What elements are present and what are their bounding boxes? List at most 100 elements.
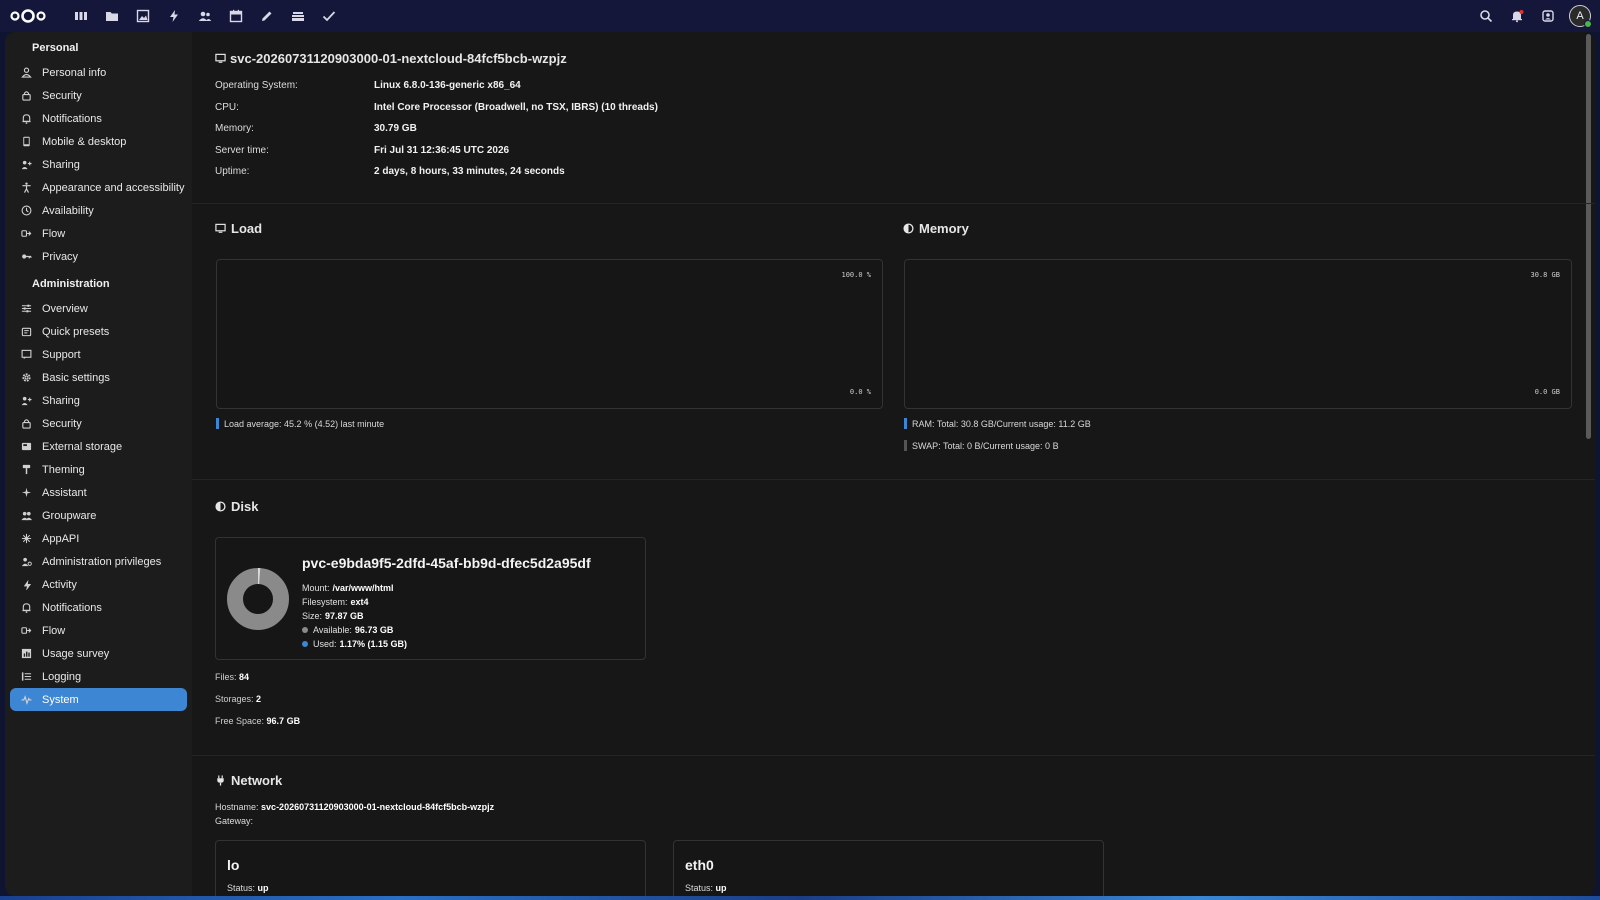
sidebar-item-activity[interactable]: Activity <box>10 573 187 596</box>
nextcloud-logo-icon[interactable] <box>9 8 47 24</box>
sidebar-item-label: External storage <box>42 440 123 453</box>
activity-icon[interactable] <box>158 0 189 32</box>
memory-chart: 30.8 GB 0.0 GB <box>904 259 1572 409</box>
sidebar-item-label: Quick presets <box>42 325 110 338</box>
interface-status: Status: up <box>685 883 727 893</box>
sidebar-item-theming[interactable]: Theming <box>10 458 187 481</box>
sidebar-item-label: Assistant <box>42 486 87 499</box>
gateway-label: Gateway: <box>215 816 254 826</box>
lock-icon <box>20 90 32 102</box>
ram-legend-text: RAM: Total: 30.8 GB/Current usage: 11.2 … <box>912 418 1091 429</box>
sidebar-item-appapi[interactable]: AppAPI <box>10 527 187 550</box>
administration-heading: Administration <box>32 278 110 290</box>
sidebar-item-groupware[interactable]: Groupware <box>10 504 187 527</box>
calendar-icon[interactable] <box>220 0 251 32</box>
sidebar-item-overview[interactable]: Overview <box>10 297 187 320</box>
sidebar-item-label: System <box>42 693 79 706</box>
divider <box>192 755 1595 756</box>
sidebar-item-label: Logging <box>42 670 82 683</box>
sidebar-item-label: Theming <box>42 463 85 476</box>
key-icon <box>20 251 32 263</box>
disk-name: pvc-e9bda9f5-2dfd-45af-bb9d-dfec5d2a95df <box>302 555 591 571</box>
memory-chart-min-label: 0.0 GB <box>1534 388 1560 396</box>
flow-icon <box>20 625 32 637</box>
sidebar-item-label: Activity <box>42 578 77 591</box>
load-chart-max-label: 100.0 % <box>841 271 871 279</box>
notes-icon[interactable] <box>251 0 282 32</box>
sidebar-item-label: AppAPI <box>42 532 80 545</box>
list-icon <box>20 671 32 683</box>
avatar[interactable]: A <box>1569 5 1592 28</box>
sidebar-item-flow[interactable]: Flow <box>10 619 187 642</box>
mount-value: /var/www/html <box>332 583 394 593</box>
clock-icon <box>20 205 32 217</box>
sidebar-item-quick-presets[interactable]: Quick presets <box>10 320 187 343</box>
load-chart-min-label: 0.0 % <box>849 388 871 396</box>
contacts-icon[interactable] <box>189 0 220 32</box>
filesystem-label: Filesystem: <box>302 597 348 607</box>
contacts-menu-icon[interactable] <box>1532 0 1563 32</box>
sidebar-item-appearance-and-accessibility[interactable]: Appearance and accessibility <box>10 176 187 199</box>
interface-card-eth0: eth0 Status: up <box>673 840 1104 896</box>
sidebar-item-notifications[interactable]: Notifications <box>10 596 187 619</box>
files-icon[interactable] <box>96 0 127 32</box>
sidebar-item-flow[interactable]: Flow <box>10 222 187 245</box>
network-section-title: Network <box>215 773 282 788</box>
support-icon <box>20 349 32 361</box>
network-title: Network <box>231 773 283 788</box>
hostname-value: svc-20260731120903000-01-nextcloud-84fcf… <box>261 802 495 812</box>
sidebar-item-label: Flow <box>42 624 66 637</box>
sidebar-item-label: Notifications <box>42 112 102 125</box>
sidebar-item-logging[interactable]: Logging <box>10 665 187 688</box>
available-value: 96.73 GB <box>354 625 394 635</box>
disk-usage-donut <box>227 568 289 630</box>
sidebar-item-label: Mobile & desktop <box>42 135 127 148</box>
sidebar-item-security[interactable]: Security <box>10 412 187 435</box>
sidebar-item-mobile-desktop[interactable]: Mobile & desktop <box>10 130 187 153</box>
sidebar-item-basic-settings[interactable]: Basic settings <box>10 366 187 389</box>
sidebar-item-sharing[interactable]: Sharing <box>10 153 187 176</box>
sidebar-item-label: Privacy <box>42 250 79 263</box>
sidebar-item-label: Sharing <box>42 158 80 171</box>
info-key: Memory: <box>215 123 254 134</box>
deck-icon[interactable] <box>282 0 313 32</box>
load-legend-swatch <box>216 418 219 429</box>
sidebar-item-usage-survey[interactable]: Usage survey <box>10 642 187 665</box>
load-legend-text: Load average: 45.2 % (4.52) last minute <box>224 418 385 429</box>
status-value: up <box>715 883 727 893</box>
activity-icon <box>20 579 32 591</box>
sidebar-item-privacy[interactable]: Privacy <box>10 245 187 268</box>
sidebar-item-sharing[interactable]: Sharing <box>10 389 187 412</box>
bell-icon <box>20 602 32 614</box>
top-bar: A <box>0 0 1600 32</box>
notifications-icon[interactable] <box>1501 0 1532 32</box>
dashboard-icon[interactable] <box>65 0 96 32</box>
load-chart: 100.0 % 0.0 % <box>216 259 883 409</box>
info-value: Fri Jul 31 12:36:45 UTC 2026 <box>374 144 510 156</box>
storages-value: 2 <box>256 694 262 704</box>
used-dot <box>302 641 308 647</box>
photos-icon[interactable] <box>127 0 158 32</box>
sidebar-item-system[interactable]: System <box>10 688 187 711</box>
sidebar-item-notifications[interactable]: Notifications <box>10 107 187 130</box>
sidebar-item-security[interactable]: Security <box>10 84 187 107</box>
sidebar-item-administration-privileges[interactable]: Administration privileges <box>10 550 187 573</box>
swap-legend: SWAP: Total: 0 B/Current usage: 0 B <box>904 440 1059 451</box>
sidebar-item-personal-info[interactable]: Personal info <box>10 61 187 84</box>
mount-label: Mount: <box>302 583 330 593</box>
sidebar-item-assistant[interactable]: Assistant <box>10 481 187 504</box>
search-icon[interactable] <box>1470 0 1501 32</box>
disk-title: Disk <box>231 499 259 514</box>
sidebar-item-support[interactable]: Support <box>10 343 187 366</box>
tasks-icon[interactable] <box>313 0 344 32</box>
scrollbar[interactable] <box>1586 34 1591 439</box>
load-legend: Load average: 45.2 % (4.52) last minute <box>216 418 384 429</box>
system-info-grid: Operating System: Linux 6.8.0-136-generic… <box>215 80 658 188</box>
sparkle-icon <box>20 487 32 499</box>
sidebar-item-availability[interactable]: Availability <box>10 199 187 222</box>
chart-icon <box>20 648 32 660</box>
swap-legend-swatch <box>904 440 907 451</box>
sidebar-item-external-storage[interactable]: External storage <box>10 435 187 458</box>
size-value: 97.87 GB <box>325 611 364 621</box>
ram-legend-swatch <box>904 418 907 429</box>
